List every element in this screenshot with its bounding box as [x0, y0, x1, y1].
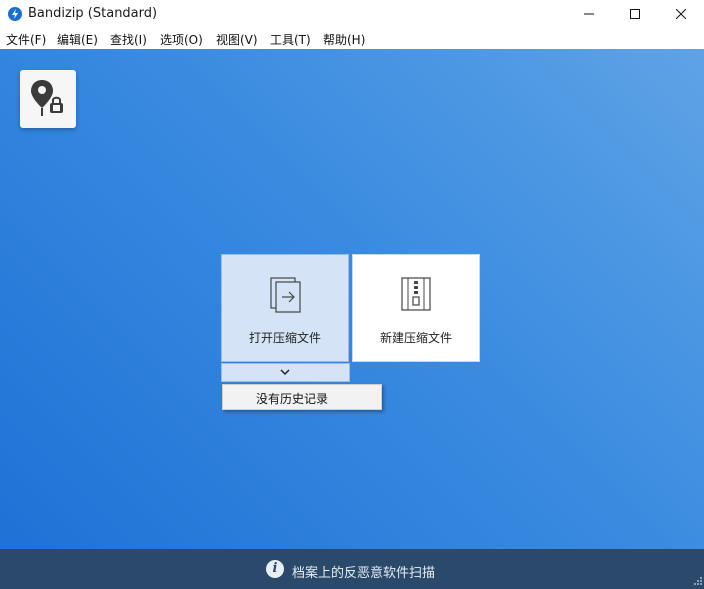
- menu-find[interactable]: 查找(I): [110, 31, 147, 48]
- close-icon: [676, 9, 686, 19]
- menu-tools[interactable]: 工具(T): [270, 31, 311, 48]
- menu-file[interactable]: 文件(F): [6, 31, 46, 48]
- new-archive-button[interactable]: 新建压缩文件: [352, 254, 480, 362]
- main-area: 打开压缩文件 新建压缩文件 没有历史记录: [0, 49, 704, 549]
- maximize-button[interactable]: [612, 0, 658, 28]
- minimize-button[interactable]: [566, 0, 612, 28]
- menu-options[interactable]: 选项(O): [160, 31, 203, 48]
- chevron-down-icon: [280, 369, 290, 376]
- menu-edit[interactable]: 编辑(E): [57, 31, 98, 48]
- menu-help[interactable]: 帮助(H): [323, 31, 365, 48]
- minimize-icon: [584, 13, 594, 15]
- history-menu: 没有历史记录: [222, 384, 382, 410]
- window-title: Bandizip (Standard): [28, 6, 158, 21]
- app-badge: [20, 70, 76, 128]
- status-bar: i 档案上的反恶意软件扫描: [0, 549, 704, 589]
- history-dropdown-toggle[interactable]: [221, 363, 350, 382]
- new-archive-label: 新建压缩文件: [379, 331, 452, 345]
- open-archive-button[interactable]: 打开压缩文件: [221, 254, 349, 362]
- close-button[interactable]: [658, 0, 704, 28]
- history-empty-item[interactable]: 没有历史记录: [256, 390, 328, 407]
- map-pin-lock-icon: [31, 80, 63, 116]
- menu-bar: 文件(F) 编辑(E) 查找(I) 选项(O) 视图(V) 工具(T) 帮助(H…: [0, 28, 704, 50]
- bandizip-app-icon: [8, 7, 22, 21]
- maximize-icon: [630, 9, 640, 19]
- info-icon[interactable]: i: [266, 560, 284, 578]
- open-archive-label: 打开压缩文件: [248, 331, 321, 345]
- title-bar: Bandizip (Standard): [0, 0, 704, 28]
- menu-view[interactable]: 视图(V): [216, 31, 258, 48]
- status-text[interactable]: 档案上的反恶意软件扫描: [292, 562, 435, 581]
- new-archive-icon: [401, 277, 431, 311]
- open-archive-icon: [270, 277, 301, 313]
- resize-grip-icon[interactable]: [692, 577, 702, 587]
